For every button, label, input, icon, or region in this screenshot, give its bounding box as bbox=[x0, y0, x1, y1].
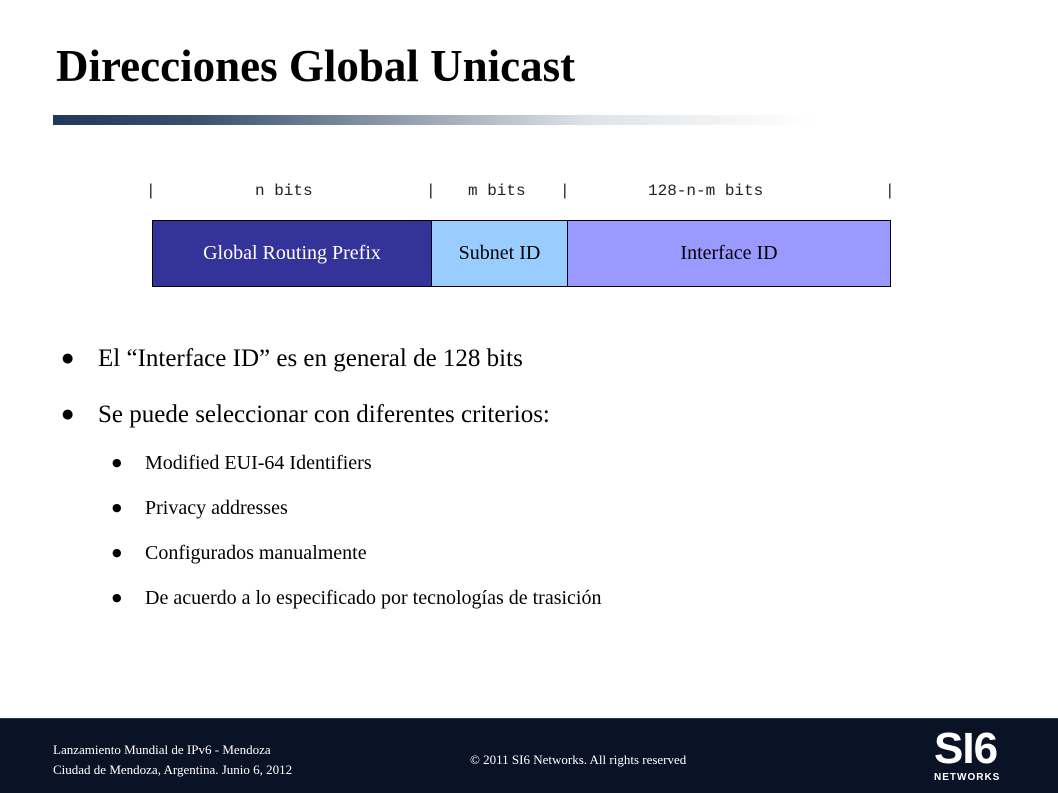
bit-separator: | bbox=[885, 182, 895, 200]
bit-label-rest: 128-n-m bits bbox=[648, 182, 764, 200]
bullet-text: El “Interface ID” es en general de 128 b… bbox=[98, 345, 523, 372]
field-interface-id: Interface ID bbox=[567, 220, 891, 287]
logo-subtitle: NETWORKS bbox=[934, 772, 1001, 783]
footer-location-line: Ciudad de Mendoza, Argentina. Junio 6, 2… bbox=[53, 762, 293, 777]
slide-footer: Lanzamiento Mundial de IPv6 - Mendoza Ci… bbox=[0, 718, 1058, 793]
title-underline-rule bbox=[53, 115, 1028, 125]
bullet-dot-icon: ● bbox=[112, 501, 122, 514]
field-global-routing-prefix: Global Routing Prefix bbox=[152, 220, 432, 287]
sub-bullet-item: ● Modified EUI-64 Identifiers bbox=[60, 448, 1020, 478]
footer-copyright: © 2011 SI6 Networks. All rights reserved bbox=[470, 752, 687, 767]
logo-wordmark: SI6 bbox=[934, 724, 998, 773]
sub-bullet-text: De acuerdo a lo especificado por tecnolo… bbox=[145, 587, 602, 609]
si6-networks-logo: SI6 NETWORKS bbox=[934, 724, 1008, 786]
bullet-text: Se puede seleccionar con diferentes crit… bbox=[98, 401, 550, 428]
bit-separator: | bbox=[426, 182, 436, 200]
bullet-item: ● Se puede seleccionar con diferentes cr… bbox=[60, 392, 1020, 438]
bullet-dot-icon: ● bbox=[62, 407, 74, 422]
field-subnet-id: Subnet ID bbox=[431, 220, 568, 287]
slide-title: Direcciones Global Unicast bbox=[56, 41, 576, 91]
bullet-dot-icon: ● bbox=[112, 591, 122, 604]
bullet-dot-icon: ● bbox=[112, 546, 122, 559]
sub-bullet-text: Modified EUI-64 Identifiers bbox=[145, 452, 372, 474]
bullet-dot-icon: ● bbox=[62, 351, 74, 366]
bit-separator: | bbox=[146, 182, 156, 200]
bullet-dot-icon: ● bbox=[112, 456, 122, 469]
sub-bullet-item: ● Configurados manualmente bbox=[60, 538, 1020, 568]
bit-width-header: | n bits | m bits | 128-n-m bits | bbox=[140, 181, 910, 201]
sub-bullet-item: ● Privacy addresses bbox=[60, 493, 1020, 523]
bit-label-n: n bits bbox=[255, 182, 313, 200]
bit-separator: | bbox=[560, 182, 570, 200]
bullet-list: ● El “Interface ID” es en general de 128… bbox=[60, 336, 1020, 628]
sub-bullet-item: ● De acuerdo a lo especificado por tecno… bbox=[60, 583, 1020, 613]
footer-event-info: Lanzamiento Mundial de IPv6 - Mendoza Ci… bbox=[53, 740, 292, 780]
bit-label-m: m bits bbox=[468, 182, 526, 200]
bullet-item: ● El “Interface ID” es en general de 128… bbox=[60, 336, 1020, 382]
footer-event-line: Lanzamiento Mundial de IPv6 - Mendoza bbox=[53, 742, 271, 757]
sub-bullet-text: Configurados manualmente bbox=[145, 542, 367, 564]
sub-bullet-text: Privacy addresses bbox=[145, 497, 288, 519]
